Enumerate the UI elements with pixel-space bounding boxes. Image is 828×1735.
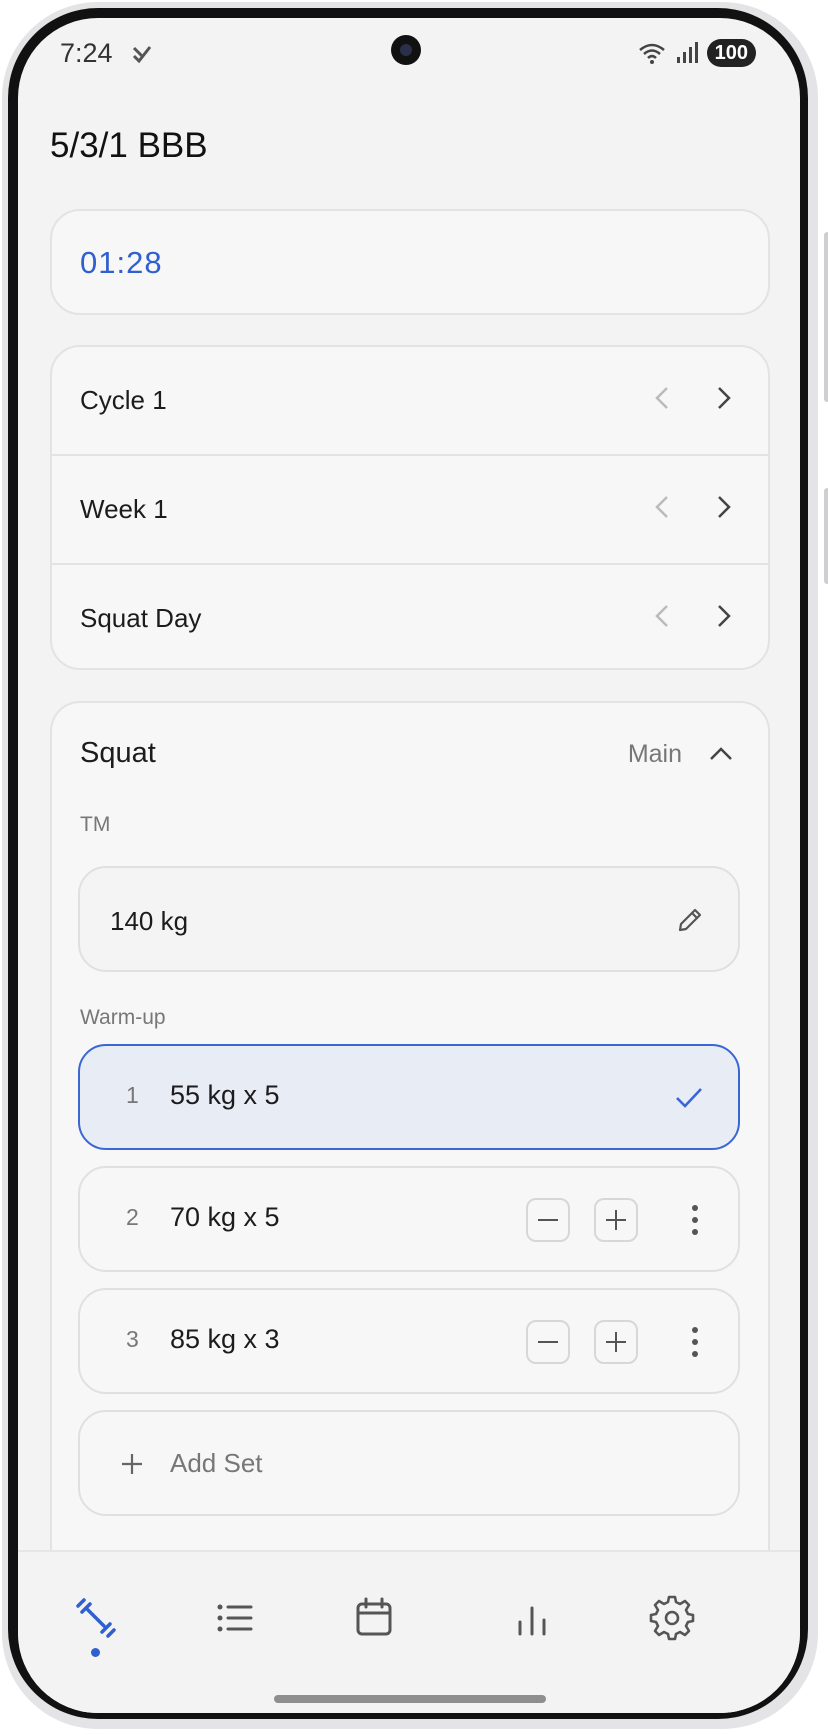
set-row[interactable]: 1 55 kg x 5 — [78, 1044, 740, 1150]
program-navigator: Cycle 1 Week 1 Squat Day — [50, 345, 770, 670]
day-selector: Squat Day — [52, 563, 768, 672]
plus-icon — [118, 1450, 146, 1478]
exercise-type: Main — [627, 740, 682, 768]
chevron-left-icon[interactable] — [648, 383, 678, 413]
tm-label: TM — [80, 813, 111, 836]
edit-icon[interactable] — [674, 904, 706, 936]
training-max-value: 140 kg — [110, 906, 189, 936]
set-weight-reps: 55 kg x 5 — [170, 1080, 280, 1110]
week-selector: Week 1 — [52, 454, 768, 563]
signal-icon — [675, 41, 699, 65]
front-camera — [391, 35, 421, 65]
status-icons: 100 — [637, 39, 756, 67]
dumbbell-icon[interactable] — [72, 1594, 120, 1642]
week-label: Week 1 — [80, 494, 168, 524]
more-vert-icon[interactable] — [692, 1326, 698, 1358]
screen: 7:24 100 5/3/1 BBB 01:28 Cycle 1 Week 1 — [18, 18, 800, 1713]
bar-chart-icon[interactable] — [508, 1594, 556, 1642]
gear-icon[interactable] — [648, 1594, 696, 1642]
cycle-label: Cycle 1 — [80, 385, 167, 415]
cycle-selector: Cycle 1 — [52, 347, 768, 454]
power-button — [824, 488, 828, 584]
increment-button[interactable] — [594, 1198, 638, 1242]
more-vert-icon[interactable] — [692, 1204, 698, 1236]
bottom-navigation — [18, 1550, 800, 1713]
battery-indicator: 100 — [706, 39, 756, 67]
notification-icon — [130, 42, 154, 66]
set-weight-reps: 70 kg x 5 — [170, 1202, 280, 1232]
check-icon[interactable] — [672, 1080, 706, 1114]
chevron-right-icon[interactable] — [708, 492, 738, 522]
list-icon[interactable] — [211, 1594, 259, 1642]
wifi-icon — [637, 41, 667, 65]
set-weight-reps: 85 kg x 3 — [170, 1324, 280, 1354]
status-time: 7:24 — [60, 38, 113, 68]
chevron-left-icon[interactable] — [648, 492, 678, 522]
calendar-icon[interactable] — [350, 1594, 398, 1642]
rest-timer[interactable]: 01:28 — [50, 209, 770, 315]
set-number: 2 — [126, 1204, 139, 1230]
timer-value: 01:28 — [80, 245, 163, 280]
page-title: 5/3/1 BBB — [50, 126, 208, 165]
set-row[interactable]: 2 70 kg x 5 — [78, 1166, 740, 1272]
set-row[interactable]: 3 85 kg x 3 — [78, 1288, 740, 1394]
chevron-right-icon[interactable] — [708, 383, 738, 413]
volume-button — [824, 232, 828, 402]
add-set-label: Add Set — [170, 1448, 263, 1478]
decrement-button[interactable] — [526, 1320, 570, 1364]
decrement-button[interactable] — [526, 1198, 570, 1242]
day-label: Squat Day — [80, 603, 202, 633]
active-indicator — [91, 1648, 100, 1657]
warmup-label: Warm-up — [80, 1006, 166, 1029]
set-number: 1 — [126, 1082, 139, 1108]
set-number: 3 — [126, 1326, 139, 1352]
chevron-up-icon[interactable] — [704, 737, 738, 771]
add-set-button[interactable]: Add Set — [78, 1410, 740, 1516]
training-max-field[interactable]: 140 kg — [78, 866, 740, 972]
increment-button[interactable] — [594, 1320, 638, 1364]
home-indicator[interactable] — [274, 1695, 546, 1703]
chevron-right-icon[interactable] — [708, 601, 738, 631]
exercise-name: Squat — [80, 737, 156, 769]
chevron-left-icon[interactable] — [648, 601, 678, 631]
